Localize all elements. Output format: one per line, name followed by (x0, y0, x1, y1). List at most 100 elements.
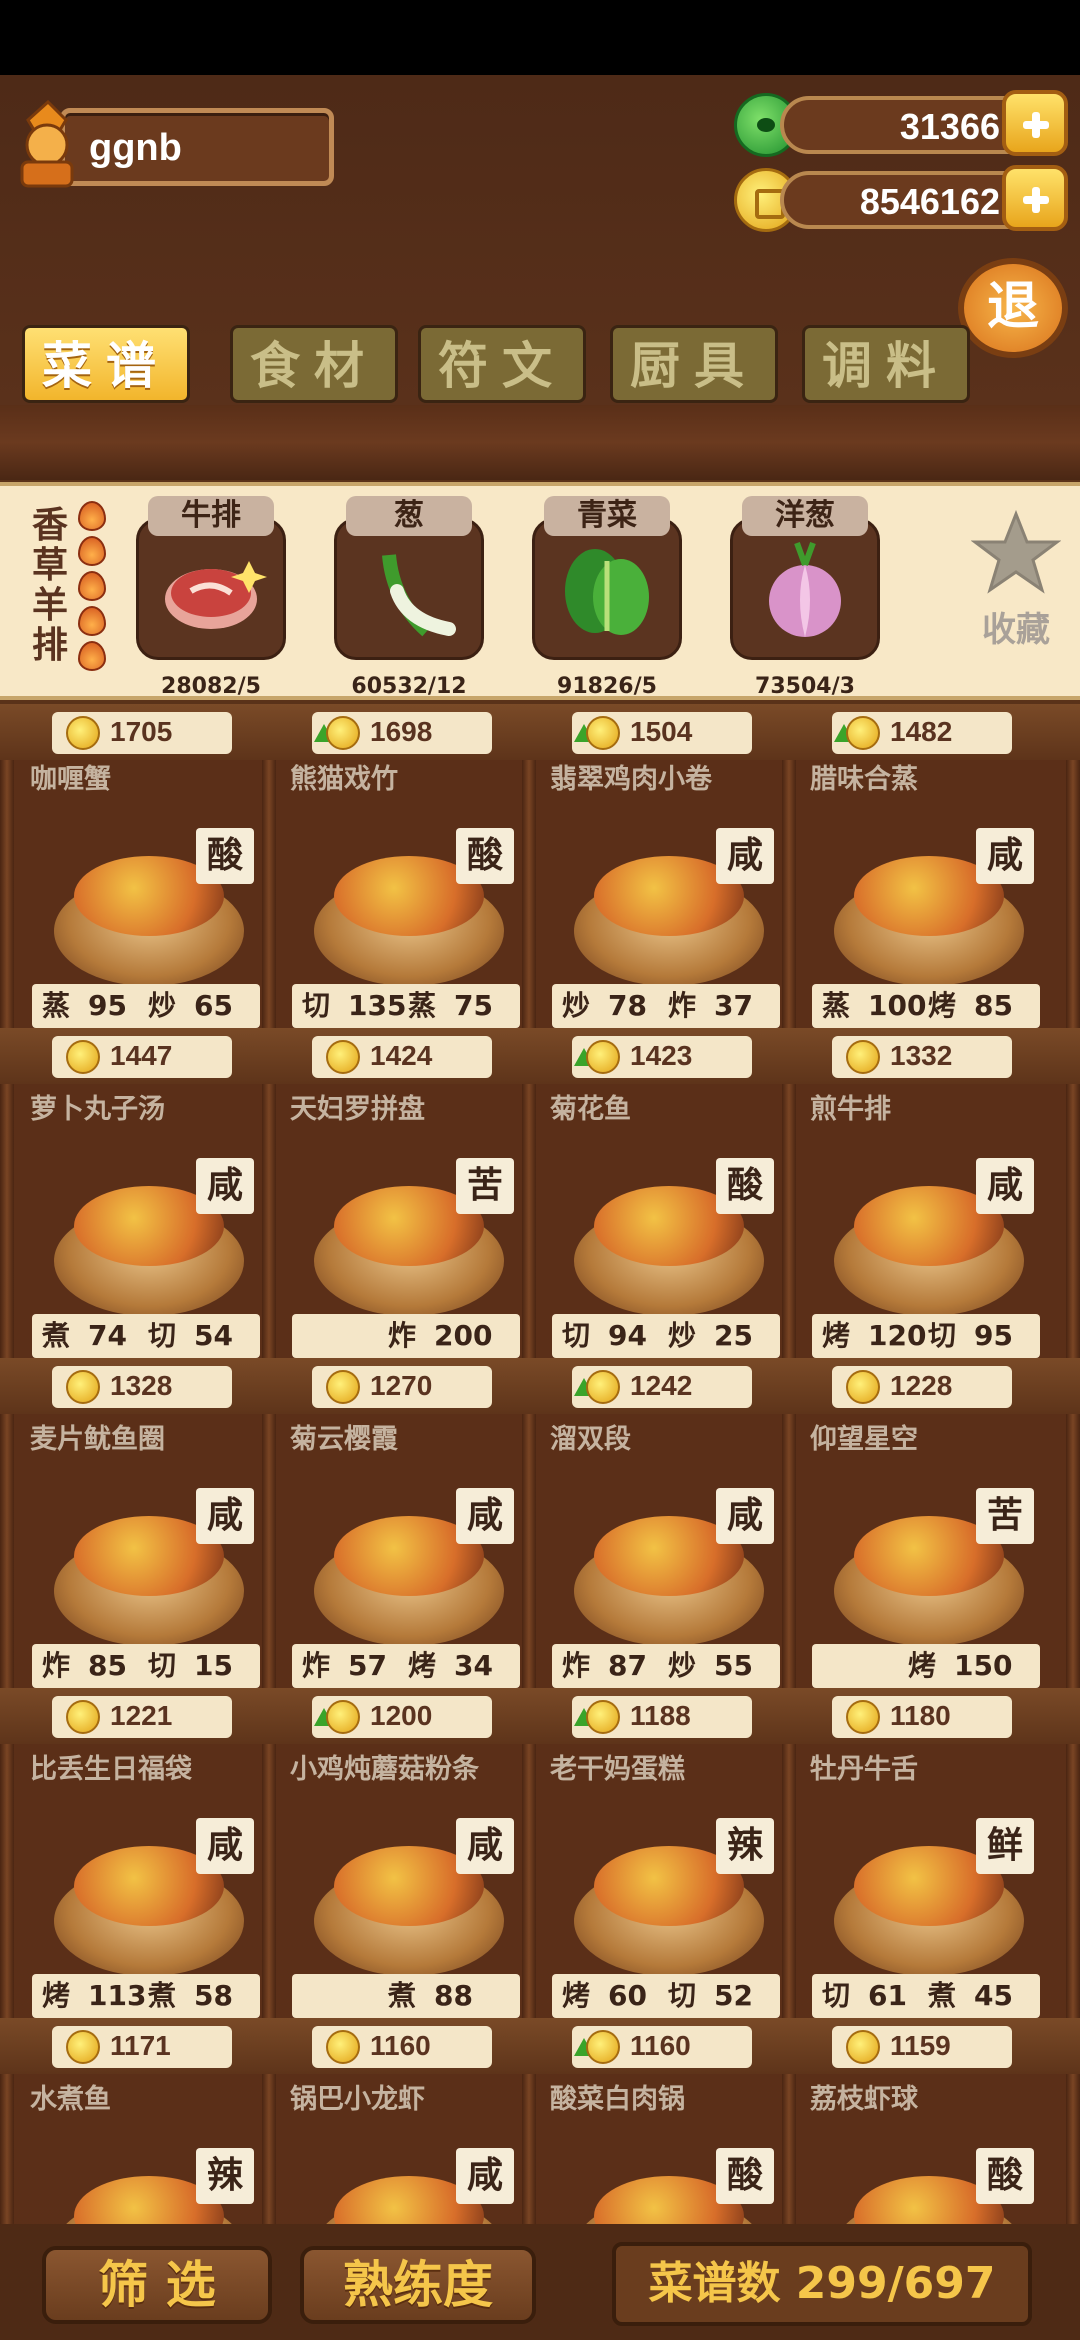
recipe-card[interactable]: 萝卜丸子汤咸煮 74 切 54 (14, 1096, 260, 1386)
skill-name: 炸 (302, 1649, 331, 1682)
recipe-count: 菜谱数 299/697 (612, 2242, 1032, 2326)
tab-ingredients[interactable]: 食材 (230, 325, 398, 403)
flavor-badge: 咸 (976, 1158, 1034, 1214)
skill-name: 蒸 (822, 989, 851, 1022)
recipe-card[interactable]: 小鸡炖蘑菇粉条咸煮 88 (274, 1756, 520, 2046)
price-value: 1424 (370, 1040, 433, 1071)
recipe-card[interactable]: 溜双段咸炸 87 炒 55 (534, 1426, 780, 1716)
coin-value: 8546162 (859, 181, 1000, 222)
ingredient-greens[interactable]: 青菜 91826/5 (532, 496, 682, 699)
recipe-card[interactable]: 比丢生日福袋咸烤 113 煮 58 (14, 1756, 260, 2046)
recipe-name: 菊花鱼 (550, 1094, 631, 1125)
recipe-card[interactable]: 熊猫戏竹酸切 135 蒸 75 (274, 766, 520, 1056)
skill-value: 15 (194, 1649, 233, 1682)
skill-name: 炒 (668, 1319, 697, 1352)
skill-value: 61 (868, 1979, 907, 2012)
ingredient-steak[interactable]: 牛排 28082/5 (136, 496, 286, 699)
skill-value: 55 (714, 1649, 753, 1682)
skill-value: 58 (194, 1979, 233, 2012)
skill-name: 炒 (668, 1649, 697, 1682)
ingredient-onion[interactable]: 洋葱 73504/3 (730, 496, 880, 699)
flavor-badge: 酸 (716, 1158, 774, 1214)
recipe-name: 比丢生日福袋 (30, 1754, 192, 1785)
recipe-card[interactable]: 天妇罗拼盘苦炸 200 (274, 1096, 520, 1386)
player-name-box[interactable]: ggnb (60, 108, 334, 186)
flame-icon (78, 571, 106, 601)
tab-runes[interactable]: 符文 (418, 325, 586, 403)
skill-requirements: 烤 150 (812, 1644, 1040, 1688)
recipe-card[interactable]: 牡丹牛舌鲜切 61 煮 45 (794, 1756, 1040, 2046)
favorite-label: 收藏 (982, 610, 1050, 650)
skill-value: 150 (954, 1649, 1013, 1682)
bottom-bar: 筛 选 熟练度 菜谱数 299/697 (0, 2224, 1080, 2340)
chef-avatar-icon[interactable] (8, 100, 86, 190)
recipe-card[interactable]: 咖喱蟹酸蒸 95 炒 65 (14, 766, 260, 1056)
skill-value: 200 (434, 1319, 493, 1352)
price-tag: 1200 (312, 1696, 492, 1738)
ingredient-frame (334, 518, 484, 660)
recipe-name: 咖喱蟹 (30, 764, 111, 795)
price-value: 1200 (370, 1700, 433, 1731)
skill-value: 113 (88, 1979, 147, 2012)
recipe-card[interactable]: 菊花鱼酸切 94 炒 25 (534, 1096, 780, 1386)
coin-icon (586, 1700, 620, 1734)
skill-value: 74 (88, 1319, 127, 1352)
recipe-card[interactable]: 菊云樱霞咸炸 57 烤 34 (274, 1426, 520, 1716)
recipe-card[interactable]: 锅巴小龙虾咸 (274, 2086, 520, 2224)
recipe-name: 水煮鱼 (30, 2084, 111, 2115)
price-value: 1160 (630, 2030, 691, 2061)
skill-requirements: 烤 113 煮 58 (32, 1974, 260, 2018)
recipe-card[interactable]: 腊味合蒸咸蒸 100 烤 85 (794, 766, 1040, 1056)
recipe-name: 溜双段 (550, 1424, 631, 1455)
skill-name: 烤 (908, 1649, 937, 1682)
skill-requirements: 煮 74 切 54 (32, 1314, 260, 1358)
flavor-badge: 酸 (716, 2148, 774, 2204)
recipe-name: 酸菜白肉锅 (550, 2084, 685, 2115)
skill-value: 57 (348, 1649, 387, 1682)
coin-balance: 8546162 (780, 165, 1068, 231)
ingredient-scallion[interactable]: 葱 60532/12 (334, 496, 484, 699)
selected-dish-name: 香草羊排 (31, 505, 68, 666)
player-name: ggnb (89, 127, 182, 169)
skill-name: 烤 (562, 1979, 591, 2012)
add-jade-button[interactable] (1002, 90, 1068, 156)
recipe-card[interactable]: 煎牛排咸烤 120 切 95 (794, 1096, 1040, 1386)
star-icon (970, 509, 1062, 594)
price-tag: 1423 (572, 1036, 752, 1078)
recipe-name: 仰望星空 (810, 1424, 918, 1455)
skill-requirements: 切 135 蒸 75 (292, 984, 520, 1028)
coin-icon (586, 1370, 620, 1404)
recipe-card[interactable]: 荔枝虾球酸 (794, 2086, 1040, 2224)
recipe-card[interactable]: 酸菜白肉锅酸 (534, 2086, 780, 2224)
coin-icon (326, 716, 360, 750)
skill-requirements: 切 94 炒 25 (552, 1314, 780, 1358)
flame-icon (78, 501, 106, 531)
column-divider (0, 704, 14, 2224)
recipe-card[interactable]: 仰望星空苦烤 150 (794, 1426, 1040, 1716)
recipe-card[interactable]: 麦片鱿鱼圈咸炸 85 切 15 (14, 1426, 260, 1716)
steak-icon (165, 561, 267, 629)
flavor-badge: 咸 (196, 1818, 254, 1874)
tab-recipes[interactable]: 菜谱 (22, 325, 190, 403)
add-coin-button[interactable] (1002, 165, 1068, 231)
price-tag: 1160 (312, 2026, 492, 2068)
recipe-card[interactable]: 翡翠鸡肉小卷咸炒 78 炸 37 (534, 766, 780, 1056)
shelf-divider (0, 405, 1080, 480)
tab-seasoning[interactable]: 调料 (802, 325, 970, 403)
flavor-badge: 咸 (716, 828, 774, 884)
price-tag: 1332 (832, 1036, 1012, 1078)
skill-name: 切 (562, 1319, 591, 1352)
price-tag: 1698 (312, 712, 492, 754)
skill-value: 54 (194, 1319, 233, 1352)
filter-button[interactable]: 筛 选 (42, 2246, 272, 2324)
recipe-card[interactable]: 水煮鱼辣 (14, 2086, 260, 2224)
skill-requirements: 煮 88 (292, 1974, 520, 2018)
favorite-button[interactable]: 收藏 (966, 509, 1066, 651)
skill-value: 34 (454, 1649, 493, 1682)
recipe-card[interactable]: 老干妈蛋糕辣烤 60 切 52 (534, 1756, 780, 2046)
proficiency-button[interactable]: 熟练度 (300, 2246, 536, 2324)
coin-icon (66, 2030, 100, 2064)
skill-value: 100 (868, 989, 927, 1022)
ingredient-count: 73504/3 (755, 674, 855, 699)
tab-cookware[interactable]: 厨具 (610, 325, 778, 403)
